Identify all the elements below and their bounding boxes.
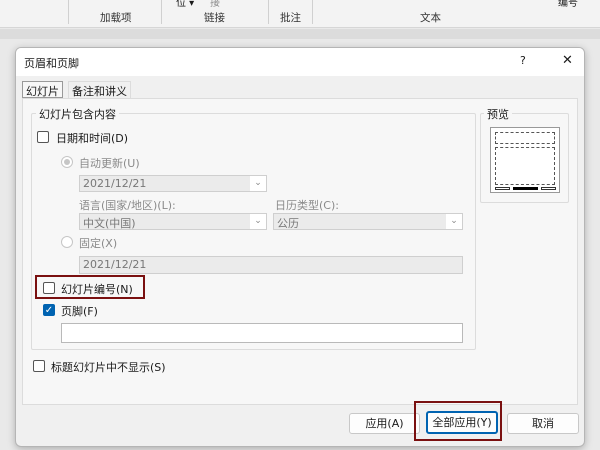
ribbon-bottom-bar bbox=[0, 29, 600, 39]
date-time-label[interactable]: 日期和时间(D) bbox=[56, 130, 128, 146]
tab-slides[interactable]: 幻灯片 bbox=[22, 81, 63, 98]
group-label-comments: 批注 bbox=[280, 12, 301, 24]
header-footer-dialog: 页眉和页脚 ? ✕ 幻灯片 备注和讲义 幻灯片包含内容 日期和时间(D) 自动更… bbox=[15, 47, 585, 447]
cancel-button[interactable]: 取消 bbox=[507, 413, 579, 434]
fixed-radio[interactable] bbox=[61, 236, 73, 248]
ribbon-partial-item[interactable]: 位 ▾ bbox=[176, 0, 194, 9]
close-button[interactable]: ✕ bbox=[562, 53, 573, 68]
divider bbox=[68, 0, 69, 24]
slide-number-checkbox[interactable] bbox=[43, 282, 55, 294]
chevron-down-icon: ⌄ bbox=[446, 214, 462, 229]
ribbon: 位 ▾ 接 编号 加载项 链接 批注 文本 bbox=[0, 0, 600, 28]
slide-number-label[interactable]: 幻灯片编号(N) bbox=[61, 281, 133, 297]
preview-slide bbox=[490, 127, 560, 193]
preview-number-placeholder bbox=[541, 187, 556, 190]
language-select[interactable]: 中文(中国) ⌄ bbox=[79, 213, 267, 230]
footer-checkbox[interactable]: ✓ bbox=[43, 304, 55, 316]
fixed-date-value: 2021/12/21 bbox=[83, 258, 147, 271]
help-button[interactable]: ? bbox=[520, 54, 526, 67]
auto-update-label[interactable]: 自动更新(U) bbox=[79, 155, 140, 171]
dialog-title: 页眉和页脚 bbox=[24, 57, 79, 70]
preview-footer-placeholder bbox=[513, 187, 538, 190]
fixed-date-input[interactable]: 2021/12/21 bbox=[79, 256, 463, 274]
preview-date-placeholder bbox=[495, 187, 510, 190]
calendar-label: 日历类型(C): bbox=[275, 199, 339, 212]
include-group-label: 幻灯片包含内容 bbox=[36, 106, 119, 122]
auto-date-select[interactable]: 2021/12/21 ⌄ bbox=[79, 175, 267, 192]
apply-button[interactable]: 应用(A) bbox=[349, 413, 420, 434]
auto-update-radio[interactable] bbox=[61, 156, 73, 168]
preview-title-placeholder bbox=[495, 132, 555, 144]
date-time-checkbox[interactable] bbox=[37, 131, 49, 143]
preview-body-placeholder bbox=[495, 147, 555, 185]
chevron-down-icon: ⌄ bbox=[250, 176, 266, 191]
auto-date-value: 2021/12/21 bbox=[83, 177, 147, 190]
apply-all-button[interactable]: 全部应用(Y) bbox=[426, 411, 498, 434]
calendar-value: 公历 bbox=[277, 217, 299, 230]
no-title-slide-checkbox[interactable] bbox=[33, 360, 45, 372]
group-label-addins: 加载项 bbox=[100, 12, 132, 24]
calendar-select[interactable]: 公历 ⌄ bbox=[273, 213, 463, 230]
tab-notes-handouts[interactable]: 备注和讲义 bbox=[68, 81, 131, 98]
chevron-down-icon: ⌄ bbox=[250, 214, 266, 229]
language-value: 中文(中国) bbox=[83, 217, 136, 230]
tab-panel: 幻灯片包含内容 日期和时间(D) 自动更新(U) 2021/12/21 ⌄ 语言… bbox=[22, 98, 578, 405]
preview-label: 预览 bbox=[484, 106, 512, 122]
group-label-text: 文本 bbox=[420, 12, 441, 24]
ribbon-partial-item[interactable]: 编号 bbox=[558, 0, 578, 9]
footer-label[interactable]: 页脚(F) bbox=[61, 303, 98, 319]
divider bbox=[312, 0, 313, 24]
fixed-label[interactable]: 固定(X) bbox=[79, 235, 117, 251]
divider bbox=[268, 0, 269, 24]
language-label: 语言(国家/地区)(L): bbox=[79, 199, 176, 212]
footer-input[interactable] bbox=[61, 323, 463, 343]
ribbon-partial-item[interactable]: 接 bbox=[210, 0, 220, 9]
divider bbox=[161, 0, 162, 24]
no-title-slide-label[interactable]: 标题幻灯片中不显示(S) bbox=[51, 359, 166, 375]
dialog-titlebar: 页眉和页脚 ? ✕ bbox=[16, 48, 584, 76]
group-label-links: 链接 bbox=[204, 12, 225, 24]
